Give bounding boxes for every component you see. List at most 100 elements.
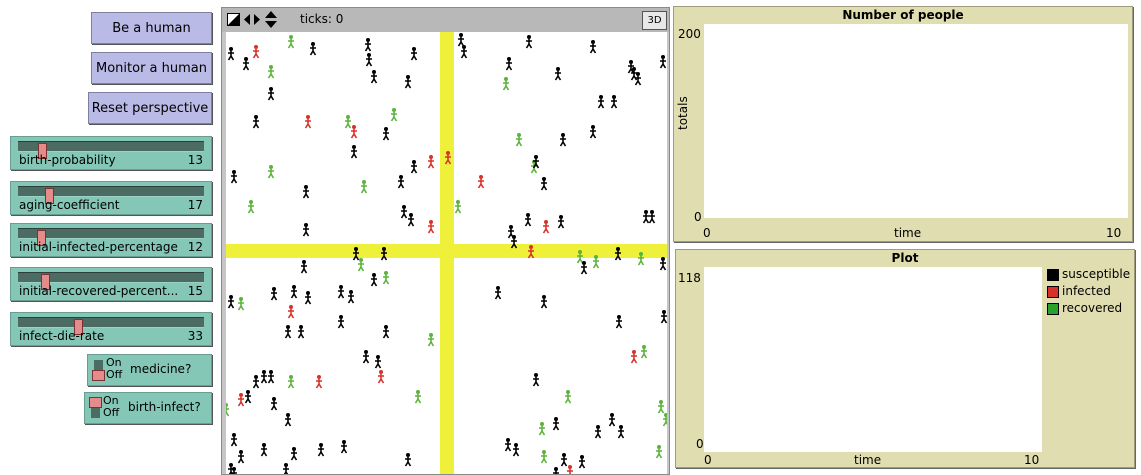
susceptible-person-icon[interactable] bbox=[290, 447, 298, 461]
susceptible-person-icon[interactable] bbox=[270, 397, 278, 411]
susceptible-person-icon[interactable] bbox=[352, 247, 360, 261]
recovered-person-icon[interactable] bbox=[247, 200, 255, 214]
reset-perspective-button[interactable]: Reset perspective bbox=[88, 92, 212, 124]
susceptible-person-icon[interactable] bbox=[578, 455, 586, 469]
susceptible-person-icon[interactable] bbox=[284, 325, 292, 339]
susceptible-person-icon[interactable] bbox=[560, 453, 568, 467]
recovered-person-icon[interactable] bbox=[576, 250, 584, 264]
susceptible-person-icon[interactable] bbox=[270, 287, 278, 301]
recovered-person-icon[interactable] bbox=[287, 375, 295, 389]
susceptible-person-icon[interactable] bbox=[337, 285, 345, 299]
aging-coefficient-slider[interactable]: aging-coefficient 17 bbox=[10, 181, 212, 215]
infected-person-icon[interactable] bbox=[252, 45, 260, 59]
susceptible-person-icon[interactable] bbox=[505, 57, 513, 71]
susceptible-person-icon[interactable] bbox=[252, 375, 260, 389]
infected-person-icon[interactable] bbox=[527, 245, 535, 259]
left-right-arrows-icon[interactable] bbox=[244, 13, 260, 26]
infected-person-icon[interactable] bbox=[377, 370, 385, 384]
susceptible-person-icon[interactable] bbox=[284, 413, 292, 427]
switch-knob[interactable] bbox=[89, 397, 102, 408]
infect-die-rate-slider[interactable]: infect-die-rate 33 bbox=[10, 312, 212, 346]
susceptible-person-icon[interactable] bbox=[309, 42, 317, 56]
infected-person-icon[interactable] bbox=[237, 393, 245, 407]
susceptible-person-icon[interactable] bbox=[230, 433, 238, 447]
susceptible-person-icon[interactable] bbox=[540, 295, 548, 309]
infected-person-icon[interactable] bbox=[315, 375, 323, 389]
susceptible-person-icon[interactable] bbox=[410, 47, 418, 61]
susceptible-person-icon[interactable] bbox=[559, 133, 567, 147]
recovered-person-icon[interactable] bbox=[515, 133, 523, 147]
susceptible-person-icon[interactable] bbox=[504, 438, 512, 452]
infected-person-icon[interactable] bbox=[542, 220, 550, 234]
recovered-person-icon[interactable] bbox=[237, 297, 245, 311]
susceptible-person-icon[interactable] bbox=[244, 390, 252, 404]
susceptible-person-icon[interactable] bbox=[297, 325, 305, 339]
recovered-person-icon[interactable] bbox=[564, 390, 572, 404]
recovered-person-icon[interactable] bbox=[344, 115, 352, 129]
susceptible-person-icon[interactable] bbox=[525, 35, 533, 49]
recovered-person-icon[interactable] bbox=[592, 255, 600, 269]
susceptible-person-icon[interactable] bbox=[634, 72, 642, 86]
susceptible-person-icon[interactable] bbox=[302, 185, 310, 199]
susceptible-person-icon[interactable] bbox=[337, 315, 345, 329]
switch-knob[interactable] bbox=[92, 370, 105, 381]
susceptible-person-icon[interactable] bbox=[397, 175, 405, 189]
susceptible-person-icon[interactable] bbox=[659, 257, 667, 271]
infected-person-icon[interactable] bbox=[427, 220, 435, 234]
infected-person-icon[interactable] bbox=[350, 125, 358, 139]
recovered-person-icon[interactable] bbox=[267, 65, 275, 79]
susceptible-person-icon[interactable] bbox=[659, 55, 667, 69]
susceptible-person-icon[interactable] bbox=[380, 247, 388, 261]
recovered-person-icon[interactable] bbox=[226, 403, 230, 417]
susceptible-person-icon[interactable] bbox=[374, 355, 382, 369]
susceptible-person-icon[interactable] bbox=[237, 450, 245, 464]
infected-person-icon[interactable] bbox=[304, 115, 312, 129]
recovered-person-icon[interactable] bbox=[427, 333, 435, 347]
up-down-arrows-icon[interactable] bbox=[264, 11, 278, 28]
susceptible-person-icon[interactable] bbox=[407, 213, 415, 227]
susceptible-person-icon[interactable] bbox=[302, 223, 310, 237]
susceptible-person-icon[interactable] bbox=[524, 213, 532, 227]
recovered-person-icon[interactable] bbox=[538, 422, 546, 436]
susceptible-person-icon[interactable] bbox=[540, 177, 548, 191]
susceptible-person-icon[interactable] bbox=[512, 443, 520, 457]
susceptible-person-icon[interactable] bbox=[370, 70, 378, 84]
susceptible-person-icon[interactable] bbox=[267, 87, 275, 101]
susceptible-person-icon[interactable] bbox=[365, 53, 373, 67]
susceptible-person-icon[interactable] bbox=[410, 160, 418, 174]
recovered-person-icon[interactable] bbox=[287, 35, 295, 49]
susceptible-person-icon[interactable] bbox=[283, 463, 289, 474]
susceptible-person-icon[interactable] bbox=[614, 247, 622, 261]
susceptible-person-icon[interactable] bbox=[304, 291, 312, 305]
susceptible-person-icon[interactable] bbox=[340, 440, 348, 454]
infected-person-icon[interactable] bbox=[444, 151, 452, 165]
infected-person-icon[interactable] bbox=[427, 155, 435, 169]
susceptible-person-icon[interactable] bbox=[382, 325, 390, 339]
susceptible-person-icon[interactable] bbox=[510, 235, 518, 249]
recovered-person-icon[interactable] bbox=[454, 200, 462, 214]
recovered-person-icon[interactable] bbox=[640, 345, 648, 359]
susceptible-person-icon[interactable] bbox=[252, 115, 260, 129]
recovered-person-icon[interactable] bbox=[662, 413, 667, 427]
susceptible-person-icon[interactable] bbox=[627, 60, 635, 74]
susceptible-person-icon[interactable] bbox=[400, 205, 408, 219]
susceptible-person-icon[interactable] bbox=[362, 350, 370, 364]
susceptible-person-icon[interactable] bbox=[227, 47, 235, 61]
susceptible-person-icon[interactable] bbox=[554, 67, 562, 81]
susceptible-person-icon[interactable] bbox=[290, 285, 298, 299]
susceptible-person-icon[interactable] bbox=[260, 370, 268, 384]
susceptible-person-icon[interactable] bbox=[589, 125, 597, 139]
recovered-person-icon[interactable] bbox=[502, 77, 510, 91]
susceptible-person-icon[interactable] bbox=[260, 443, 268, 457]
susceptible-person-icon[interactable] bbox=[404, 453, 412, 467]
susceptible-person-icon[interactable] bbox=[404, 75, 412, 89]
recovered-person-icon[interactable] bbox=[382, 271, 390, 285]
susceptible-person-icon[interactable] bbox=[267, 370, 275, 384]
susceptible-person-icon[interactable] bbox=[597, 95, 605, 109]
susceptible-person-icon[interactable] bbox=[617, 425, 625, 439]
susceptible-person-icon[interactable] bbox=[648, 210, 656, 224]
susceptible-person-icon[interactable] bbox=[364, 38, 372, 52]
recovered-person-icon[interactable] bbox=[390, 108, 398, 122]
susceptible-person-icon[interactable] bbox=[460, 45, 468, 59]
susceptible-person-icon[interactable] bbox=[494, 286, 502, 300]
